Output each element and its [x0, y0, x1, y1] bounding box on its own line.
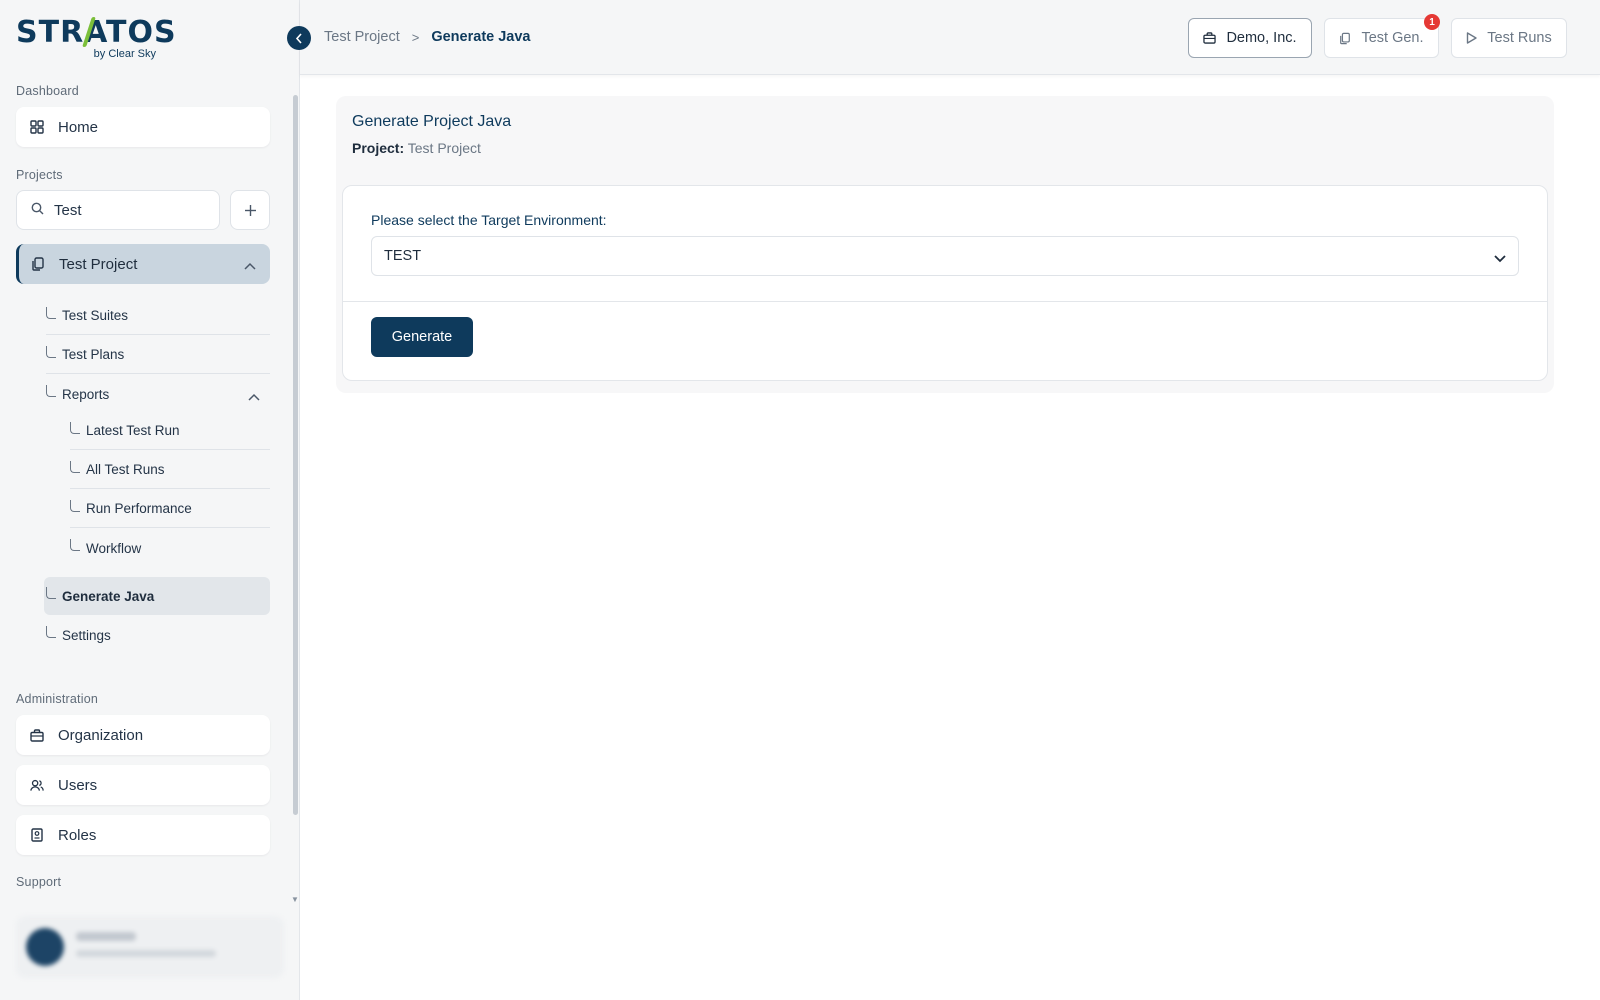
tree-branch-icon — [70, 499, 80, 512]
sidebar-item-reports[interactable]: Reports — [46, 375, 270, 413]
sidebar-item-label: Settings — [62, 627, 111, 643]
project-search[interactable] — [16, 190, 220, 230]
top-bar: Test Project > Generate Java Demo, Inc. … — [300, 0, 1600, 75]
briefcase-icon — [1203, 32, 1217, 44]
chevron-up-icon[interactable] — [244, 257, 256, 274]
briefcase-icon — [30, 728, 44, 742]
tree-branch-icon — [46, 626, 56, 638]
environment-select[interactable]: TEST — [371, 236, 1519, 276]
search-icon — [31, 202, 44, 219]
sidebar-item-users[interactable]: Users — [16, 765, 270, 805]
tree-branch-icon — [46, 345, 56, 358]
notification-badge: 1 — [1424, 14, 1440, 30]
sidebar-item-label: Generate Java — [62, 588, 155, 604]
tree-branch-icon — [70, 421, 80, 434]
chevron-down-icon — [1494, 251, 1506, 267]
users-icon — [30, 778, 44, 792]
project-info-value: Test Project — [407, 140, 481, 156]
breadcrumb-separator: > — [411, 29, 420, 45]
sidebar: STRATOS by Clear Sky Dashboard Home Proj… — [0, 0, 300, 1000]
sidebar-scrollbar[interactable] — [293, 95, 298, 815]
chevron-up-icon[interactable] — [248, 389, 260, 404]
sidebar-project-test-project[interactable]: Test Project — [16, 244, 270, 284]
documents-icon — [1339, 32, 1351, 45]
tree-branch-icon — [46, 385, 56, 397]
generate-button[interactable]: Generate — [371, 317, 473, 357]
sidebar-item-label: Users — [58, 776, 98, 794]
test-gen-label: Test Gen. — [1361, 30, 1424, 46]
sidebar-collapse-button[interactable] — [287, 26, 311, 50]
sidebar-item-label: Test Plans — [62, 347, 125, 362]
sidebar-item-run-performance[interactable]: Run Performance — [70, 490, 270, 528]
plus-icon — [244, 204, 256, 216]
sidebar-item-settings[interactable]: Settings — [46, 616, 270, 654]
project-search-input[interactable] — [54, 201, 204, 219]
dashboard-section-label: Dashboard — [16, 84, 79, 98]
project-name: Test Project — [59, 255, 138, 273]
test-gen-button[interactable]: Test Gen. 1 — [1324, 14, 1440, 58]
tree-branch-icon — [70, 539, 80, 551]
environment-label: Please select the Target Environment: — [371, 212, 607, 228]
grid-icon — [30, 120, 44, 134]
id-badge-icon — [30, 828, 44, 842]
environment-selected-value: TEST — [384, 248, 422, 264]
test-runs-label: Test Runs — [1487, 30, 1552, 46]
administration-section-label: Administration — [16, 692, 98, 706]
tree-branch-icon — [46, 587, 56, 599]
user-profile-card[interactable] — [16, 916, 284, 978]
sidebar-item-roles[interactable]: Roles — [16, 815, 270, 855]
breadcrumb: Test Project > Generate Java — [324, 29, 531, 45]
sidebar-item-all-test-runs[interactable]: All Test Runs — [70, 451, 270, 489]
form-divider — [343, 301, 1547, 302]
organization-name: Demo, Inc. — [1226, 30, 1297, 46]
sidebar-item-workflow[interactable]: Workflow — [70, 529, 270, 567]
projects-section-label: Projects — [16, 168, 63, 182]
sidebar-item-label: Test Suites — [62, 308, 129, 323]
chevron-left-icon — [295, 32, 302, 44]
sidebar-item-test-plans[interactable]: Test Plans — [46, 336, 270, 374]
sidebar-item-test-suites[interactable]: Test Suites — [46, 297, 270, 335]
project-info: Project: Test Project — [352, 140, 481, 156]
environment-form: Please select the Target Environment: TE… — [342, 185, 1548, 381]
sidebar-item-label: Reports — [62, 386, 110, 402]
sidebar-item-label: Home — [58, 118, 99, 136]
breadcrumb-current: Generate Java — [431, 29, 531, 45]
documents-icon — [31, 257, 45, 271]
sidebar-item-home[interactable]: Home — [16, 107, 270, 147]
sidebar-item-latest-test-run[interactable]: Latest Test Run — [70, 412, 270, 450]
sidebar-item-label: Latest Test Run — [86, 423, 180, 438]
user-email-redacted — [76, 950, 216, 957]
organization-switcher-button[interactable]: Demo, Inc. — [1188, 18, 1312, 58]
project-info-label: Project: — [352, 140, 405, 156]
page-title: Generate Project Java — [352, 113, 512, 130]
sidebar-item-label: Organization — [58, 726, 144, 744]
test-runs-button[interactable]: Test Runs — [1451, 18, 1567, 58]
sidebar-item-label: All Test Runs — [86, 462, 165, 477]
user-name-redacted — [76, 932, 136, 941]
generate-java-panel: Generate Project Java Project: Test Proj… — [336, 96, 1554, 393]
breadcrumb-parent-link[interactable]: Test Project — [324, 29, 400, 45]
scroll-down-arrow-icon[interactable]: ▼ — [291, 895, 299, 904]
sidebar-item-label: Roles — [58, 826, 97, 844]
sidebar-item-organization[interactable]: Organization — [16, 715, 270, 755]
avatar — [26, 928, 64, 966]
sidebar-item-label: Workflow — [86, 540, 142, 556]
sidebar-item-label: Run Performance — [86, 501, 192, 516]
play-icon — [1466, 32, 1477, 44]
tree-branch-icon — [46, 306, 56, 319]
add-project-button[interactable] — [230, 190, 270, 230]
sidebar-item-generate-java[interactable]: Generate Java — [44, 577, 270, 615]
support-section-label: Support — [16, 875, 62, 889]
logo-tagline: by Clear Sky — [93, 48, 156, 60]
tree-branch-icon — [70, 460, 80, 473]
stratos-logo[interactable]: STRATOS by Clear Sky — [16, 16, 176, 62]
